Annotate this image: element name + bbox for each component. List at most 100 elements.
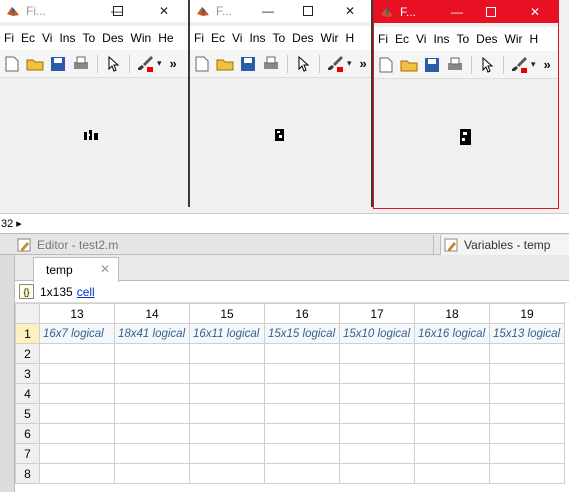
column-header[interactable]: 19: [489, 303, 565, 324]
open-file-icon[interactable]: [398, 54, 420, 76]
tab-variables[interactable]: Variables - temp: [440, 235, 569, 255]
grid-cell[interactable]: [39, 423, 115, 444]
brush-dropdown-icon[interactable]: ▾: [531, 59, 536, 70]
grid-cell[interactable]: [114, 423, 190, 444]
titlebar[interactable]: F... — ✕: [374, 1, 558, 23]
menu-tools[interactable]: To: [456, 32, 469, 46]
grid-cell[interactable]: [264, 383, 340, 404]
print-icon[interactable]: [70, 53, 92, 75]
menu-edit[interactable]: Ec: [21, 31, 35, 45]
figure-window-3[interactable]: F... — ✕ Fi Ec Vi Ins To Des Wir H ▾ »: [373, 0, 559, 209]
brush-icon[interactable]: [134, 53, 156, 75]
grid-cell[interactable]: [189, 343, 265, 364]
save-icon[interactable]: [421, 54, 443, 76]
grid-cell[interactable]: [189, 443, 265, 464]
save-icon[interactable]: [47, 53, 69, 75]
grid-cell[interactable]: [339, 463, 415, 484]
grid-cell[interactable]: [489, 343, 565, 364]
toolbar-overflow-icon[interactable]: »: [544, 57, 551, 72]
grid-cell[interactable]: [189, 403, 265, 424]
column-header[interactable]: 15: [189, 303, 265, 324]
toolbar-overflow-icon[interactable]: »: [360, 56, 367, 71]
row-header[interactable]: 3: [15, 363, 40, 384]
grid-cell[interactable]: 16x11 logical: [189, 323, 265, 344]
row-header[interactable]: 4: [15, 383, 40, 404]
grid-cell[interactable]: 18x41 logical: [114, 323, 190, 344]
pointer-icon[interactable]: [292, 53, 314, 75]
print-icon[interactable]: [260, 53, 282, 75]
column-header[interactable]: 16: [264, 303, 340, 324]
grid-cell[interactable]: [114, 463, 190, 484]
grid-cell[interactable]: [189, 363, 265, 384]
open-file-icon[interactable]: [214, 53, 236, 75]
close-button[interactable]: ✕: [518, 1, 552, 23]
save-icon[interactable]: [237, 53, 259, 75]
grid-cell[interactable]: [114, 363, 190, 384]
grid-cell[interactable]: [264, 363, 340, 384]
grid-cell[interactable]: 15x10 logical: [339, 323, 415, 344]
grid-cell[interactable]: [489, 383, 565, 404]
new-figure-icon[interactable]: [191, 53, 213, 75]
maximize-button[interactable]: [101, 0, 135, 22]
menu-tools[interactable]: To: [272, 31, 285, 45]
grid-cell[interactable]: [339, 443, 415, 464]
grid-cell[interactable]: 16x7 logical: [39, 323, 115, 344]
grid-cell[interactable]: [414, 403, 490, 424]
grid-cell[interactable]: [264, 463, 340, 484]
menu-view[interactable]: Vi: [232, 31, 242, 45]
menu-help[interactable]: H: [530, 32, 539, 46]
menu-window[interactable]: Win: [131, 31, 152, 45]
figure-window-2[interactable]: F... — ✕ Fi Ec Vi Ins To Des Wir H ▾ »: [190, 0, 373, 207]
grid-cell[interactable]: [339, 343, 415, 364]
titlebar[interactable]: F... — ✕: [190, 0, 371, 22]
grid-cell[interactable]: [114, 383, 190, 404]
grid-cell[interactable]: [39, 403, 115, 424]
grid-cell[interactable]: [189, 423, 265, 444]
grid-cell[interactable]: [489, 423, 565, 444]
variable-type-link[interactable]: cell: [77, 285, 95, 299]
column-header[interactable]: 13: [39, 303, 115, 324]
titlebar[interactable]: Fi... — ✕: [0, 0, 188, 22]
grid-cell[interactable]: [414, 383, 490, 404]
grid-cell[interactable]: [189, 383, 265, 404]
menu-edit[interactable]: Ec: [395, 32, 409, 46]
pointer-icon[interactable]: [102, 53, 124, 75]
row-header[interactable]: 1: [15, 323, 40, 344]
grid-corner[interactable]: [15, 303, 40, 324]
grid-cell[interactable]: [264, 403, 340, 424]
menu-help[interactable]: He: [158, 31, 173, 45]
menu-insert[interactable]: Ins: [433, 32, 449, 46]
menu-window[interactable]: Wir: [321, 31, 339, 45]
menu-insert[interactable]: Ins: [249, 31, 265, 45]
grid-cell[interactable]: [39, 463, 115, 484]
menu-window[interactable]: Wir: [505, 32, 523, 46]
menu-tools[interactable]: To: [82, 31, 95, 45]
close-icon[interactable]: ✕: [100, 262, 110, 276]
grid-cell[interactable]: [39, 383, 115, 404]
menu-file[interactable]: Fi: [4, 31, 14, 45]
brush-icon[interactable]: [324, 53, 346, 75]
minimize-button[interactable]: —: [440, 1, 474, 23]
row-header[interactable]: 6: [15, 423, 40, 444]
menu-file[interactable]: Fi: [194, 31, 204, 45]
menu-edit[interactable]: Ec: [211, 31, 225, 45]
open-file-icon[interactable]: [24, 53, 46, 75]
minimize-button[interactable]: —: [251, 0, 285, 22]
close-button[interactable]: ✕: [147, 0, 181, 22]
menu-view[interactable]: Vi: [42, 31, 52, 45]
grid-cell[interactable]: 16x16 logical: [414, 323, 490, 344]
grid-cell[interactable]: 15x13 logical: [489, 323, 565, 344]
grid-cell[interactable]: [414, 343, 490, 364]
grid-cell[interactable]: 15x15 logical: [264, 323, 340, 344]
grid-cell[interactable]: [264, 443, 340, 464]
brush-icon[interactable]: [508, 54, 530, 76]
menu-insert[interactable]: Ins: [59, 31, 75, 45]
grid-cell[interactable]: [114, 403, 190, 424]
grid-cell[interactable]: [414, 423, 490, 444]
grid-cell[interactable]: [489, 363, 565, 384]
brush-dropdown-icon[interactable]: ▾: [347, 58, 352, 69]
column-header[interactable]: 14: [114, 303, 190, 324]
menu-desktop[interactable]: Des: [102, 31, 123, 45]
row-header[interactable]: 8: [15, 463, 40, 484]
grid-cell[interactable]: [339, 403, 415, 424]
